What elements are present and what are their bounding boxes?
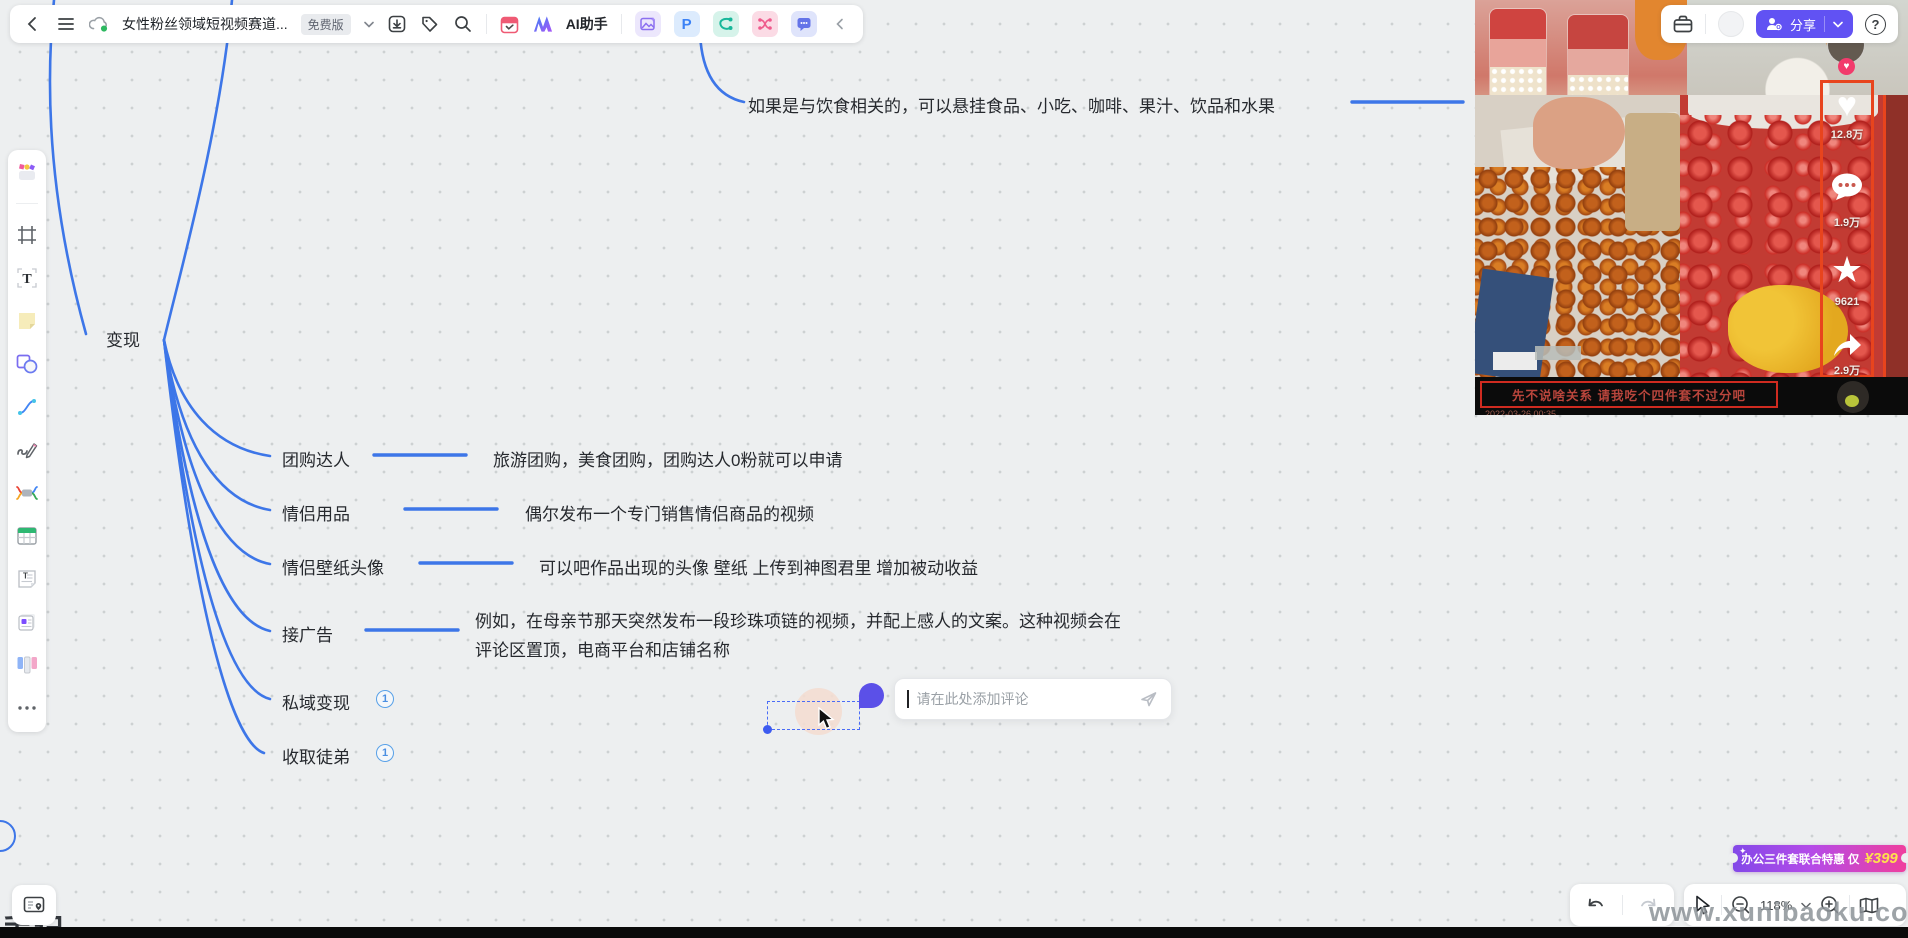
candied-fruit-photo <box>1475 95 1680 378</box>
ai-assistant-label[interactable]: AI助手 <box>566 14 608 34</box>
heart-icon: ♥ <box>1820 88 1874 122</box>
cloud-sync-icon <box>89 14 109 34</box>
download-icon[interactable] <box>387 14 407 34</box>
card-icon[interactable] <box>15 610 39 634</box>
share-arrow-icon <box>1820 330 1874 360</box>
document-title[interactable]: 女性粉丝领域短视频赛道... <box>122 14 288 34</box>
node-branch-desc[interactable]: 可以吧作品出现的头像 壁纸 上传到神图君里 增加被动收益 <box>539 554 978 579</box>
pencil-icon[interactable] <box>15 438 39 462</box>
follow-heart-icon: ♥ <box>1838 58 1855 75</box>
tools-sidebar: T T <box>8 150 46 732</box>
promo-text: 办公三件套联合特惠 仅 <box>1741 851 1859 867</box>
chevron-down-icon[interactable] <box>364 21 374 28</box>
briefcase-icon[interactable] <box>1673 14 1693 34</box>
connector-icon[interactable] <box>15 395 39 419</box>
frame-icon[interactable] <box>15 223 39 247</box>
comment-count: 1.9万 <box>1820 214 1874 230</box>
sparkle-icon: ✦ <box>1739 846 1747 857</box>
main-toolbar: 女性粉丝领域短视频赛道... 免费版 AI助手 P <box>10 5 863 43</box>
node-branch-desc[interactable]: 偶尔发布一个专门销售情侣商品的视频 <box>525 500 814 525</box>
share-button[interactable]: 分享 <box>1756 10 1853 38</box>
collapsed-count-badge[interactable]: 1 <box>376 744 394 762</box>
watermark: www.xunibaoku.com <box>1649 897 1908 928</box>
favorite-count: 9621 <box>1820 296 1874 308</box>
node-branch-desc[interactable]: 例如，在母亲节那天突然发布一段珍珠项链的视频，并配上感人的文案。这种视频会在评论… <box>475 607 1137 665</box>
node-food-note[interactable]: 如果是与饮食相关的，可以悬挂食品、小吃、咖啡、果汁、饮品和水果 <box>748 92 1275 117</box>
calendar-icon[interactable] <box>500 14 520 34</box>
star-icon: ★ <box>1820 252 1874 288</box>
share-label: 分享 <box>1790 15 1816 34</box>
text-caret <box>907 690 909 708</box>
board-pin-icon <box>23 896 45 914</box>
share-toolbar: 分享 ? <box>1661 5 1898 43</box>
comment-bubble-icon <box>1820 172 1874 202</box>
like-count: 12.8万 <box>1820 126 1874 142</box>
share-count: 2.9万 <box>1820 362 1874 378</box>
mouse-cursor <box>817 707 839 731</box>
node-branch-desc[interactable]: 旅游团购，美食团购，团购达人0粉就可以申请 <box>493 446 842 471</box>
promo-price: ¥399 <box>1864 850 1897 867</box>
video-screenshot-image[interactable]: ♥ ♥ 12.8万 1.9万 ★ 9621 2.9万 先不说啥关系 请我吃个四件… <box>1475 0 1908 415</box>
document-icon[interactable]: T <box>15 567 39 591</box>
bottom-black-bar <box>0 927 1908 938</box>
undo-button[interactable] <box>1570 896 1622 914</box>
plan-badge[interactable]: 免费版 <box>301 14 351 35</box>
svg-text:T: T <box>22 272 32 287</box>
presentation-app-icon[interactable]: P <box>674 11 700 37</box>
selected-object-rect[interactable] <box>767 701 860 730</box>
node-branch-label[interactable]: 接广告 <box>282 621 333 646</box>
video-caption: 先不说啥关系 请我吃个四件套不过分吧 <box>1512 385 1746 404</box>
help-icon[interactable]: ? <box>1865 14 1886 35</box>
board-pin-button[interactable] <box>12 885 56 925</box>
comment-input-box[interactable] <box>894 678 1172 720</box>
table-icon[interactable] <box>15 524 39 548</box>
video-caption-box: 先不说啥关系 请我吃个四件套不过分吧 <box>1480 381 1778 408</box>
node-branch-label[interactable]: 私域变现 <box>282 689 350 714</box>
templates-icon[interactable] <box>15 160 39 184</box>
collapse-icon[interactable] <box>830 14 850 34</box>
text-icon[interactable]: T <box>15 266 39 290</box>
node-root-monetization[interactable]: 变现 <box>106 326 140 351</box>
node-branch-label[interactable]: 团购达人 <box>282 446 350 471</box>
flowchart-app-icon[interactable] <box>752 11 778 37</box>
tag-icon[interactable] <box>420 14 440 34</box>
search-icon[interactable] <box>453 14 473 34</box>
chevron-down-icon[interactable] <box>1833 21 1843 28</box>
shapes-icon[interactable] <box>15 352 39 376</box>
node-branch-label[interactable]: 情侣壁纸头像 <box>282 554 384 579</box>
share-person-icon <box>1766 17 1782 31</box>
sticky-note-icon[interactable] <box>15 309 39 333</box>
send-icon[interactable] <box>1139 689 1159 709</box>
more-icon[interactable] <box>15 696 39 720</box>
image-app-icon[interactable] <box>635 11 661 37</box>
video-bottom-avatar <box>1837 381 1869 413</box>
menu-icon[interactable] <box>56 14 76 34</box>
ai-logo-icon[interactable] <box>533 14 553 34</box>
comment-input[interactable] <box>917 691 1132 707</box>
mindmap-icon[interactable] <box>15 481 39 505</box>
kanban-icon[interactable] <box>15 653 39 677</box>
promo-banner[interactable]: ✦ 办公三件套联合特惠 仅 ¥399 <box>1733 845 1906 872</box>
collapsed-count-badge[interactable]: 1 <box>376 690 394 708</box>
resize-handle[interactable] <box>763 725 772 734</box>
avatar[interactable] <box>1718 11 1744 37</box>
chat-app-icon[interactable] <box>791 11 817 37</box>
comment-pin[interactable] <box>859 683 884 708</box>
curve-app-icon[interactable] <box>713 11 739 37</box>
node-branch-label[interactable]: 收取徒弟 <box>282 743 350 768</box>
node-branch-label[interactable]: 情侣用品 <box>282 500 350 525</box>
svg-text:T: T <box>23 572 28 581</box>
back-icon[interactable] <box>23 14 43 34</box>
video-date: 2022-03-26 00:35 <box>1485 409 1556 415</box>
